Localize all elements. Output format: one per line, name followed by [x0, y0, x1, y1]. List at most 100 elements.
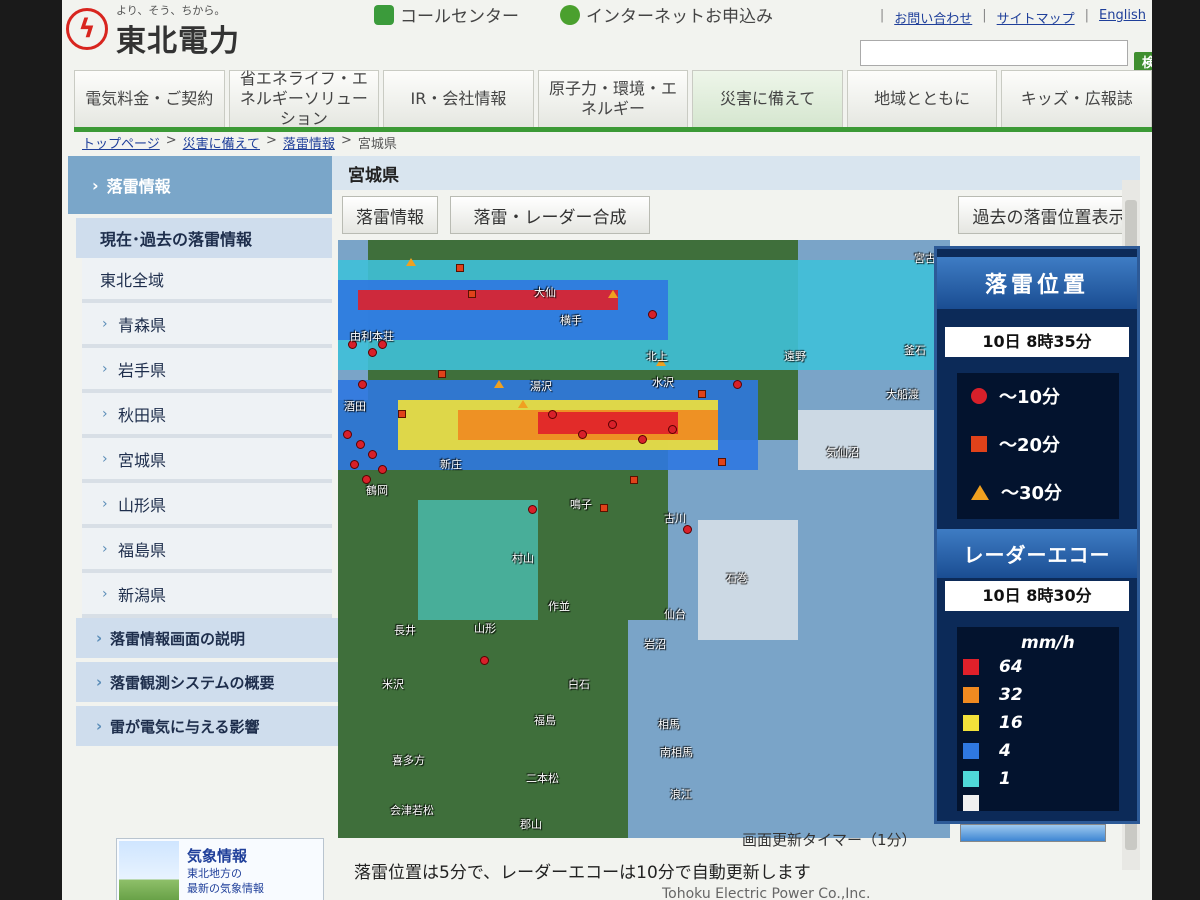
- sidebar-link-explanation[interactable]: 落雷情報画面の説明: [76, 618, 344, 662]
- global-nav: 電気料金・ご契約 省エネライフ・エネルギーソリューション IR・会社情報 原子力…: [74, 69, 1152, 128]
- browser-page: ϟ より、そう、ちから。 東北電力 コールセンター インターネットお申込み | …: [62, 0, 1152, 900]
- legend-level-trace: [963, 795, 979, 811]
- nav-item-kids[interactable]: キッズ・広報誌: [1001, 70, 1152, 128]
- radar-echo-band: [358, 290, 618, 310]
- internet-apply-label: インターネットお申込み: [586, 7, 773, 27]
- legend-lightning-time: 10日 8時35分: [945, 327, 1129, 357]
- chevron-right-icon: ›: [102, 585, 108, 602]
- legend-radar-title: レーダーエコー: [937, 529, 1137, 578]
- blue-swatch-icon: [963, 743, 979, 759]
- map-label: 米沢: [382, 678, 404, 691]
- map-label: 石巻: [726, 572, 748, 585]
- legend-level-4: 4: [963, 741, 1011, 761]
- breadcrumb-lightning[interactable]: 落雷情報: [283, 133, 335, 152]
- yellow-triangle-icon: [971, 484, 989, 500]
- sidebar-link-effects[interactable]: 雷が電気に与える影響: [76, 706, 344, 750]
- lightning-marker: [648, 310, 657, 319]
- lightning-marker: [378, 465, 387, 474]
- nav-underline: [74, 127, 1152, 132]
- sidebar-item-aomori[interactable]: › 青森県: [82, 303, 332, 348]
- nav-item-community[interactable]: 地域とともに: [846, 70, 998, 128]
- nav-item-disaster[interactable]: 災害に備えて: [692, 70, 843, 128]
- nav-item-energy-saving[interactable]: 省エネライフ・エネルギーソリューション: [228, 69, 380, 128]
- map-label: 会津若松: [390, 804, 434, 817]
- page-title: 宮城県: [332, 156, 1140, 190]
- map-label: 大船渡: [886, 388, 919, 401]
- sidebar-item-fukushima[interactable]: › 福島県: [82, 528, 332, 573]
- breadcrumb-current: 宮城県: [357, 137, 397, 152]
- chevron-right-icon: ›: [102, 360, 108, 377]
- tab-lightning[interactable]: 落雷情報: [342, 196, 438, 234]
- weather-banner-title: 気象情報: [187, 847, 248, 865]
- sidebar-item-label: 宮城県: [118, 450, 167, 470]
- map-label: 鳴子: [570, 498, 592, 511]
- map-label: 横手: [560, 314, 582, 327]
- lightning-marker: [398, 410, 406, 418]
- sidebar-item-akita[interactable]: › 秋田県: [82, 393, 332, 438]
- lightning-marker: [578, 430, 587, 439]
- lightning-marker: [356, 440, 365, 449]
- chevron-right-icon: ›: [102, 315, 108, 332]
- sidebar-item-yamagata[interactable]: › 山形県: [82, 483, 332, 528]
- chevron-right-icon: ›: [102, 540, 108, 557]
- internet-apply-link[interactable]: インターネットお申込み: [560, 2, 773, 27]
- refresh-timer-bar: [960, 824, 1106, 842]
- logo[interactable]: ϟ より、そう、ちから。 東北電力: [66, 2, 286, 59]
- map-label: 湯沢: [530, 380, 552, 393]
- sidebar-item-label: 青森県: [118, 315, 167, 335]
- search-input[interactable]: [860, 40, 1128, 66]
- legend-level-1: 1: [963, 769, 1011, 789]
- past-lightning-button[interactable]: 過去の落雷位置表示: [958, 196, 1140, 234]
- lightning-marker: [548, 410, 557, 419]
- orange-square-icon: [971, 436, 987, 452]
- lightning-marker: [350, 460, 359, 469]
- cyan-swatch-icon: [963, 771, 979, 787]
- lightning-marker: [600, 504, 608, 512]
- map-label: 相馬: [658, 718, 680, 731]
- sidebar-item-tohoku[interactable]: 東北全域: [82, 258, 332, 303]
- sidebar-item-label: 岩手県: [118, 360, 167, 380]
- map-label: 長井: [394, 624, 416, 637]
- radar-echo-band: [798, 410, 948, 470]
- sidebar-subheading[interactable]: 現在･過去の落雷情報: [76, 218, 332, 258]
- legend-row-30min: ～30分: [971, 479, 1062, 505]
- weather-banner[interactable]: 気象情報 東北地方の 最新の気象情報: [116, 838, 324, 900]
- sidebar-link-system[interactable]: 落雷観測システムの概要: [76, 662, 344, 706]
- sidebar-item-miyagi[interactable]: › 宮城県: [82, 438, 332, 483]
- white-swatch-icon: [963, 795, 979, 811]
- orange-swatch-icon: [963, 687, 979, 703]
- breadcrumb-top[interactable]: トップページ: [82, 133, 160, 152]
- sitemap-link[interactable]: サイトマップ: [997, 8, 1075, 27]
- lightning-marker: [608, 290, 618, 298]
- map-label: 由利本荘: [350, 330, 394, 343]
- chevron-right-icon: ›: [102, 450, 108, 467]
- breadcrumb-disaster[interactable]: 災害に備えて: [183, 133, 260, 152]
- map-label: 岩沼: [644, 638, 666, 651]
- call-center-link[interactable]: コールセンター: [374, 2, 519, 27]
- english-link[interactable]: English: [1099, 8, 1146, 27]
- lightning-marker: [468, 290, 476, 298]
- lightning-marker: [733, 380, 742, 389]
- weather-banner-text: 東北地方の 最新の気象情報: [187, 867, 264, 895]
- sidebar-item-iwate[interactable]: › 岩手県: [82, 348, 332, 393]
- lightning-marker: [343, 430, 352, 439]
- nav-item-nuclear[interactable]: 原子力・環境・エネルギー: [537, 70, 689, 128]
- sidebar-heading[interactable]: 落雷情報: [68, 156, 332, 214]
- nav-item-ir[interactable]: IR・会社情報: [383, 70, 534, 128]
- sidebar-item-niigata[interactable]: › 新潟県: [82, 573, 332, 618]
- legend-row-20min: ～20分: [971, 431, 1060, 457]
- map-label: 山形: [474, 622, 496, 635]
- yellow-swatch-icon: [963, 715, 979, 731]
- tab-lightning-radar[interactable]: 落雷・レーダー合成: [450, 196, 650, 234]
- nav-item-rates[interactable]: 電気料金・ご契約: [74, 70, 225, 128]
- map-label: 鶴岡: [366, 484, 388, 497]
- lightning-map[interactable]: 宮古 大仙 横手 由利本荘 北上 遠野 釜石 水沢 湯沢 大船渡 酒田 新庄 気…: [338, 240, 950, 838]
- map-label: 水沢: [652, 376, 674, 389]
- refresh-timer-label: 画面更新タイマー（1分）: [742, 831, 917, 849]
- map-label: 二本松: [526, 772, 559, 785]
- lightning-marker: [718, 458, 726, 466]
- map-label: 気仙沼: [826, 446, 859, 459]
- radar-echo-band: [698, 520, 798, 640]
- contact-link[interactable]: お問い合わせ: [894, 8, 972, 27]
- map-legend: 落雷位置 10日 8時35分 ～10分 ～20分 ～30分 レーダーエコー 10…: [934, 246, 1140, 824]
